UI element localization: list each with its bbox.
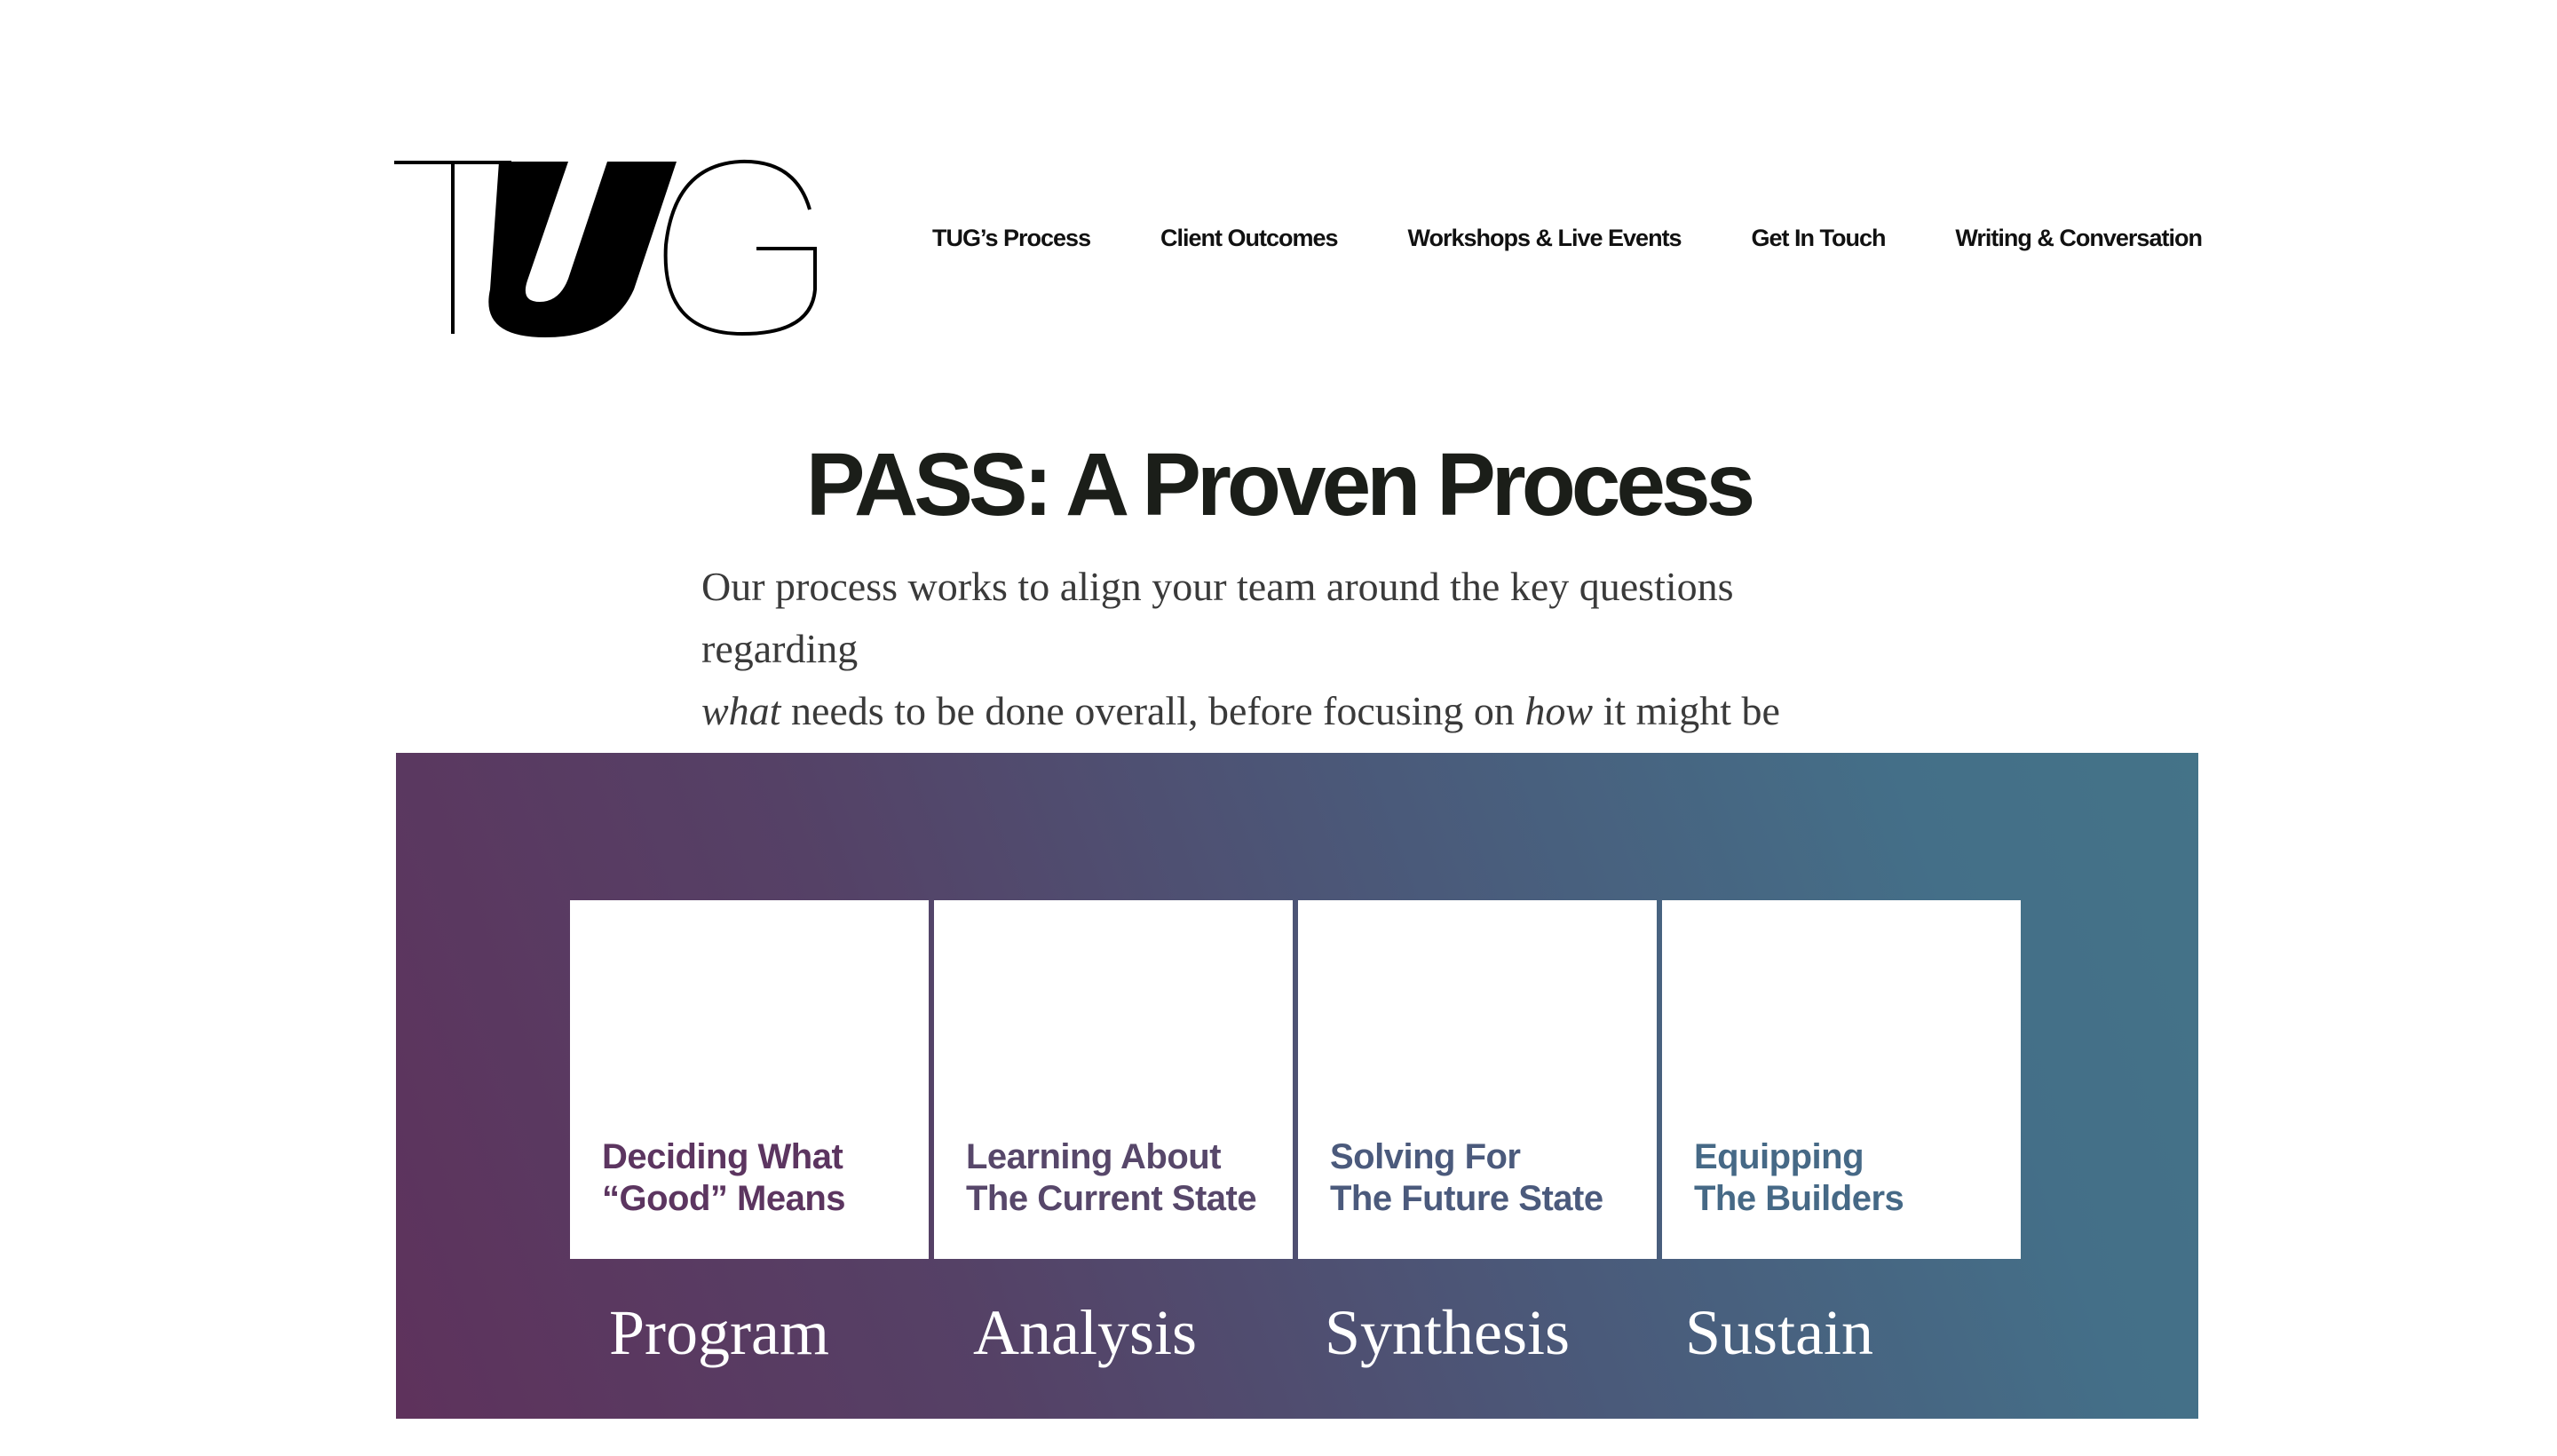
phase-card-line1: Learning About	[966, 1137, 1222, 1176]
phase-card-sustain[interactable]: Equipping The Builders	[1662, 900, 2021, 1259]
phase-label-analysis: Analysis	[973, 1297, 1197, 1368]
hero-desc-line1: Our process works to align your team aro…	[701, 564, 1734, 671]
phase-label-program: Program	[609, 1297, 829, 1368]
phase-card-line1: Equipping	[1694, 1137, 1864, 1176]
phase-label-sustain: Sustain	[1685, 1297, 1874, 1368]
phase-card-analysis[interactable]: Learning About The Current State	[934, 900, 1293, 1259]
main-nav: TUG’s Process Client Outcomes Workshops …	[932, 220, 2203, 256]
pass-process-panel: Deciding What “Good” Means Learning Abou…	[396, 753, 2198, 1419]
phase-card-line2: The Current State	[966, 1179, 1257, 1218]
phase-card-text: Solving For The Future State	[1330, 1136, 1641, 1220]
nav-client-outcomes[interactable]: Client Outcomes	[1160, 225, 1339, 252]
hero-desc-em-how: how	[1524, 688, 1594, 733]
hero-desc-em-what: what	[701, 688, 781, 733]
phase-card-line1: Solving For	[1330, 1137, 1521, 1176]
nav-workshops-live-events[interactable]: Workshops & Live Events	[1407, 225, 1682, 252]
page-title: PASS: A Proven Process	[805, 435, 1756, 534]
phase-card-text: Equipping The Builders	[1694, 1136, 2005, 1220]
hero-desc-mid: needs to be done overall, before focusin…	[780, 688, 1525, 733]
nav-writing-conversation[interactable]: Writing & Conversation	[1955, 225, 2203, 252]
tug-logo-mark	[394, 159, 817, 337]
nav-tugs-process[interactable]: TUG’s Process	[932, 225, 1091, 252]
phase-card-text: Deciding What “Good” Means	[602, 1136, 913, 1220]
phase-card-text: Learning About The Current State	[966, 1136, 1277, 1220]
phase-label-synthesis: Synthesis	[1325, 1297, 1571, 1368]
phase-card-program[interactable]: Deciding What “Good” Means	[570, 900, 929, 1259]
phase-card-line2: The Builders	[1694, 1179, 1904, 1218]
tug-logo[interactable]	[394, 156, 820, 337]
phase-card-line2: “Good” Means	[602, 1179, 846, 1218]
nav-get-in-touch[interactable]: Get In Touch	[1752, 225, 1887, 252]
phase-card-line1: Deciding What	[602, 1137, 843, 1176]
phase-card-synthesis[interactable]: Solving For The Future State	[1298, 900, 1657, 1259]
phase-card-line2: The Future State	[1330, 1179, 1603, 1218]
